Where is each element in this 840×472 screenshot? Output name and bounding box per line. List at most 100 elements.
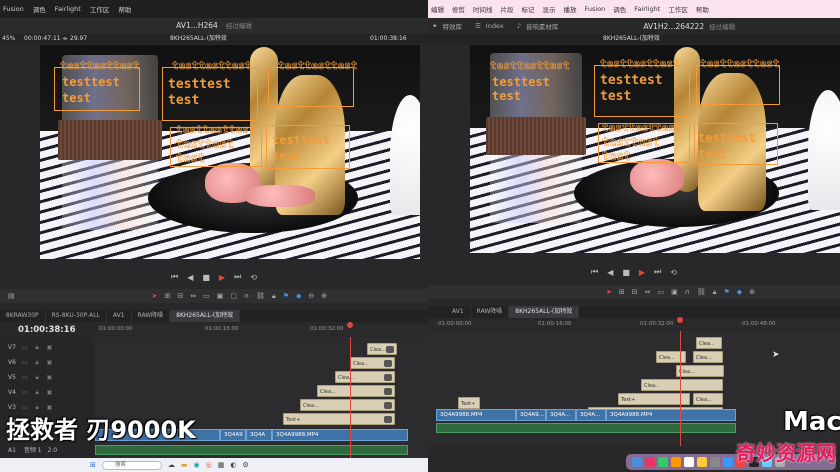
play-icon[interactable]: ▶ (219, 273, 225, 282)
menu-mark[interactable]: 标记 (522, 4, 535, 14)
video-clip[interactable]: 3Q4A9988.MP4 (606, 409, 736, 421)
menu-workspace[interactable]: 工作区 (668, 4, 688, 14)
flag-icon[interactable]: ⚑ (283, 292, 289, 300)
fusion-clip[interactable]: Clea... (693, 393, 723, 405)
track-header-v5[interactable]: V5 ▭ 🔒︎ ▣ (0, 370, 95, 385)
tab-timeline-2[interactable]: RAW降噪 (471, 306, 510, 318)
tab-timeline-4[interactable]: RAW降噪 (132, 310, 171, 322)
menu-fairlight[interactable]: Fairlight (634, 5, 660, 13)
notes-icon[interactable] (697, 457, 707, 467)
track-controls-icon[interactable]: ▭ 🔒︎ ▣ (22, 344, 55, 351)
lock-icon[interactable]: 🔒︎ (713, 288, 717, 297)
track-header-v6[interactable]: V6 ▭ 🔒︎ ▣ (0, 355, 95, 370)
index-button[interactable]: Index (486, 22, 504, 30)
track-controls-icon[interactable]: ▭ 🔒︎ ▣ (22, 359, 55, 366)
effects-library-button[interactable]: 特效库 (442, 21, 462, 31)
effects-icon[interactable]: ✦ (432, 22, 437, 30)
playhead-handle[interactable] (677, 317, 683, 323)
windows-start-icon[interactable]: ⊞ (90, 461, 96, 469)
widgets-icon[interactable]: ☁ (168, 461, 175, 469)
tab-timeline-3[interactable]: AV1 (107, 310, 132, 322)
menu-color[interactable]: 调色 (613, 4, 626, 14)
flag-icon[interactable]: ⚑ (724, 288, 730, 296)
fusion-clip[interactable]: Clea... (656, 351, 686, 363)
zoom-in-icon[interactable]: ⊕ (749, 288, 755, 296)
fusion-clip[interactable]: Clea... (693, 351, 723, 363)
audio-clip[interactable] (436, 423, 736, 433)
trim-tool-icon[interactable]: ⊞ (165, 292, 171, 300)
dynamic-trim-icon[interactable]: ⇔ (645, 288, 651, 296)
track-controls-icon[interactable]: ▭ 🔒︎ ▣ (22, 389, 55, 396)
tab-timeline-5[interactable]: 8KH265ALL-(加特效 (170, 310, 241, 322)
file-explorer-icon[interactable]: ▬ (181, 461, 188, 469)
insert-icon[interactable]: ▭ (658, 288, 665, 296)
menu-clip[interactable]: 片段 (501, 4, 514, 14)
taskbar-search[interactable]: 搜索 (101, 460, 162, 470)
stop-icon[interactable]: ■ (622, 268, 630, 277)
replace-icon[interactable]: ▢ (230, 292, 237, 300)
track-controls-icon[interactable]: ▭ 🔒︎ ▣ (22, 374, 55, 381)
tab-timeline-3[interactable]: 8KH265ALL-(加特效 (509, 306, 580, 318)
calendar-icon[interactable] (684, 457, 694, 467)
timeline-ruler[interactable]: 01:00:00:00 01:00:16:00 01:00:32:00 01:0… (428, 320, 840, 330)
text-clip[interactable]: Text+ (283, 413, 395, 425)
layout-icon[interactable]: ▤ (8, 292, 15, 300)
messages-icon[interactable] (658, 457, 668, 467)
select-tool-icon[interactable]: ➤ (606, 288, 612, 296)
video-clip[interactable]: 3Q4A... (546, 409, 576, 421)
link-icon[interactable]: ⛓ (256, 292, 265, 300)
trim-tool-icon[interactable]: ⊞ (619, 288, 625, 296)
chrome-icon[interactable]: ◎ (206, 461, 212, 469)
menu-view[interactable]: 显示 (543, 4, 556, 14)
fusion-clip[interactable]: Clea... (641, 379, 723, 391)
menu-timeline[interactable]: 时间线 (473, 4, 493, 14)
skip-start-icon[interactable]: ⏮ (171, 272, 178, 282)
zoom-in-icon[interactable]: ⊕ (321, 292, 327, 300)
video-clip[interactable]: 3Q4A9988.MP4 (272, 429, 408, 441)
audio-clip[interactable] (95, 445, 408, 455)
video-clip[interactable]: 3Q4A (246, 429, 272, 441)
menu-edit[interactable]: 编辑 (431, 4, 444, 14)
fusion-clip[interactable]: Clea... (367, 343, 397, 355)
overwrite-icon[interactable]: ▣ (217, 292, 224, 300)
fusion-clip[interactable]: Clea... (335, 371, 395, 383)
fusion-clip[interactable]: Clea... (676, 365, 724, 377)
playhead[interactable] (680, 331, 681, 446)
video-clip[interactable]: 3Q4A9 (220, 429, 246, 441)
tab-timeline-1[interactable]: 8KRAW30P (0, 310, 46, 322)
fusion-clip[interactable]: Clea... (300, 399, 395, 411)
sound-library-icon[interactable]: ♪ (517, 22, 521, 30)
timeline-area[interactable]: Clea... Clea... Clea... Clea... Clea... … (428, 331, 840, 446)
menu-help[interactable]: 帮助 (696, 4, 709, 14)
tab-timeline-2[interactable]: RS-8KU-30P-ALL (46, 310, 107, 322)
skip-start-icon[interactable]: ⏮ (591, 267, 598, 277)
video-clip[interactable]: 3Q4A9988.MP4 (436, 409, 516, 421)
clip-name[interactable]: 8KH265ALL-(加特效 (603, 34, 660, 44)
menu-help[interactable]: 帮助 (118, 4, 131, 14)
zoom-level[interactable]: 45% (2, 34, 15, 44)
reverse-icon[interactable]: ◀ (607, 268, 613, 277)
text-clip[interactable]: Text+ (458, 397, 480, 409)
menu-color[interactable]: 调色 (33, 4, 46, 14)
sound-library-button[interactable]: 音响素材库 (526, 21, 559, 31)
menu-trim[interactable]: 修剪 (452, 4, 465, 14)
stop-icon[interactable]: ■ (202, 273, 210, 282)
tab-timeline-1[interactable]: AV1 (428, 306, 471, 318)
menu-playback[interactable]: 播放 (564, 4, 577, 14)
blade-edit-icon[interactable]: ⊟ (177, 292, 183, 300)
snap-icon[interactable]: ∩ (244, 292, 249, 300)
reverse-icon[interactable]: ◀ (187, 273, 193, 282)
clip-name[interactable]: 8KH265ALL-(加特效 (170, 34, 227, 44)
fusion-clip[interactable]: Clea... (696, 337, 722, 349)
settings-icon[interactable]: ⚙ (242, 461, 248, 469)
fusion-clip[interactable]: Clea... (317, 385, 395, 397)
overwrite-icon[interactable]: ▣ (671, 288, 678, 296)
lock-icon[interactable]: 🔒︎ (272, 292, 276, 301)
timeline-ruler[interactable]: 01:00:00:00 01:00:16:00 01:00:32:00 (95, 325, 428, 335)
insert-icon[interactable]: ▭ (203, 292, 210, 300)
playhead-handle[interactable] (347, 322, 353, 328)
blade-edit-icon[interactable]: ⊟ (632, 288, 638, 296)
edge-icon[interactable]: ◉ (194, 461, 200, 469)
menu-workspace[interactable]: 工作区 (90, 4, 110, 14)
app-store-icon[interactable] (723, 457, 733, 467)
